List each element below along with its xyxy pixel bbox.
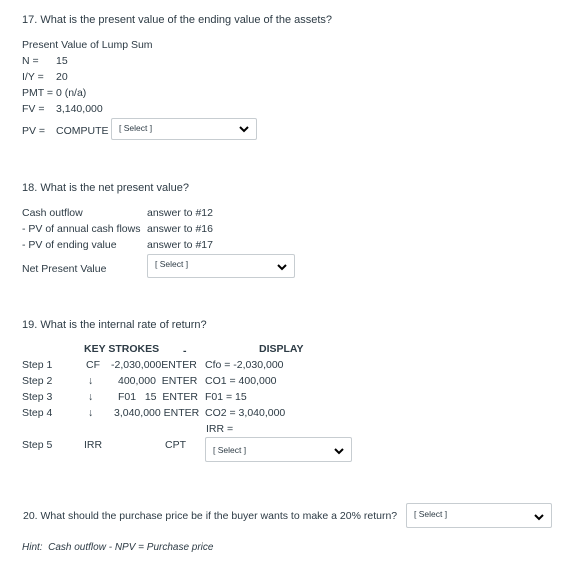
q17-subtitle: Present Value of Lump Sum — [22, 39, 153, 51]
q20-price-select[interactable]: [ Select ] — [406, 503, 552, 528]
q18-cash-outflow-value: answer to #12 — [147, 207, 213, 219]
q18-question: 18. What is the net present value? — [22, 182, 189, 194]
q19-step5-label: Step 5 — [22, 439, 53, 451]
q19-step2-label: Step 2 — [22, 375, 53, 387]
chevron-down-icon — [277, 264, 287, 271]
q18-pv-annual-label: - PV of annual cash flows — [22, 223, 141, 235]
q19-step1-display: Cfo = -2,030,000 — [205, 359, 284, 371]
down-arrow-icon: ↓ — [88, 407, 94, 419]
q18-npv-select[interactable]: [ Select ] — [147, 254, 295, 278]
q20-hint: Hint: Cash outflow - NPV = Purchase pric… — [22, 542, 214, 553]
q19-step1-entry: -2,030,000ENTER — [111, 359, 197, 371]
q17-pv-label: PV = — [22, 125, 46, 137]
q19-step2-entry: 400,000 ENTER — [118, 375, 198, 387]
q19-step5-key: IRR — [84, 439, 103, 451]
q17-fv-value: 3,140,000 — [56, 103, 103, 115]
q17-iy-label: I/Y = — [22, 71, 44, 83]
q17-n-label: N = — [22, 55, 39, 67]
select-placeholder: [ Select ] — [213, 445, 247, 455]
select-placeholder: [ Select ] — [414, 509, 448, 519]
q19-step3-label: Step 3 — [22, 391, 53, 403]
chevron-down-icon — [239, 126, 249, 133]
q19-step3-entry: F01 15 ENTER — [118, 391, 198, 403]
q19-irr-label: IRR = — [206, 423, 234, 435]
q17-pv-compute: COMPUTE — [56, 125, 109, 137]
down-arrow-icon: ↓ — [88, 391, 94, 403]
q17-question: 17. What is the present value of the end… — [22, 14, 333, 26]
q19-step2-display: CO1 = 400,000 — [205, 375, 277, 387]
q19-step4-label: Step 4 — [22, 407, 53, 419]
chevron-down-icon — [534, 514, 544, 521]
q20-question: 20. What should the purchase price be if… — [23, 510, 398, 522]
q19-irr-select[interactable]: [ Select ] — [205, 437, 352, 462]
q19-step4-display: CO2 = 3,040,000 — [205, 407, 286, 419]
q19-question: 19. What is the internal rate of return? — [22, 319, 207, 331]
down-arrow-icon: ↓ — [88, 375, 94, 387]
q18-npv-label: Net Present Value — [22, 263, 107, 275]
q18-pv-ending-value: answer to #17 — [147, 239, 213, 251]
q17-n-value: 15 — [56, 55, 68, 67]
select-placeholder: [ Select ] — [155, 259, 189, 269]
q19-step5-entry: CPT — [165, 439, 186, 451]
q17-pmt-label: PMT = 0 (n/a) — [22, 87, 87, 99]
select-placeholder: [ Select ] — [119, 123, 153, 133]
q19-step1-key: CF — [86, 359, 100, 371]
q19-header-keystrokes: KEY STROKES — [84, 343, 160, 355]
q17-iy-value: 20 — [56, 71, 68, 83]
q19-step1-label: Step 1 — [22, 359, 53, 371]
q18-pv-annual-value: answer to #16 — [147, 223, 213, 235]
q19-header-dash: - — [183, 345, 187, 357]
q17-answer-select[interactable]: [ Select ] — [111, 118, 257, 140]
q19-header-display: DISPLAY — [259, 343, 304, 355]
q19-step3-display: F01 = 15 — [205, 391, 247, 403]
q18-pv-ending-label: - PV of ending value — [22, 239, 117, 251]
q19-step4-entry: 3,040,000 ENTER — [114, 407, 200, 419]
q18-cash-outflow-label: Cash outflow — [22, 207, 83, 219]
q17-fv-label: FV = — [22, 103, 45, 115]
chevron-down-icon — [334, 448, 344, 455]
